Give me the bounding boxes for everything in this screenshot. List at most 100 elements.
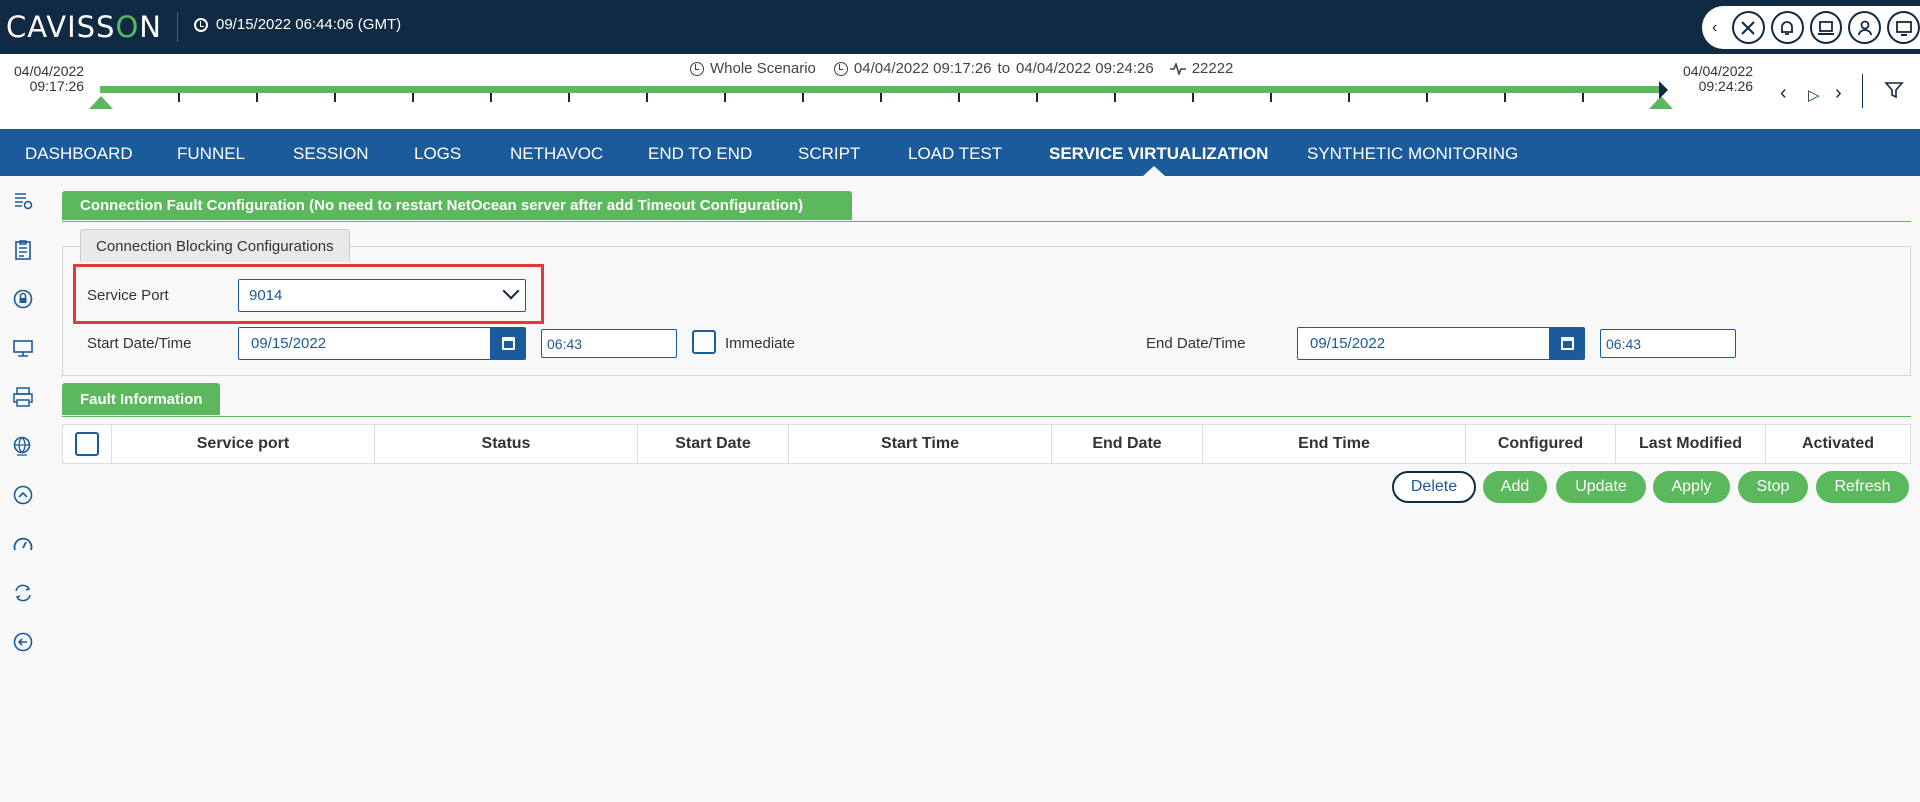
active-tab-caret (1143, 166, 1165, 176)
col-configured[interactable]: Configured (1466, 425, 1616, 463)
config-list-icon[interactable] (12, 190, 34, 212)
collapse-chevron-icon[interactable]: ‹ (1712, 19, 1726, 37)
start-date-value: 09/15/2022 (251, 335, 327, 352)
left-sidebar (0, 176, 46, 802)
speedometer-icon[interactable] (12, 533, 34, 555)
nav-synthetic-monitoring[interactable]: SYNTHETIC MONITORING (1307, 144, 1518, 164)
next-icon[interactable]: › (1835, 82, 1842, 105)
section-underline (62, 416, 1911, 417)
clock-icon (690, 61, 704, 76)
nav-service-virtualization[interactable]: SERVICE VIRTUALIZATION (1049, 144, 1268, 164)
server-time: 09/15/2022 06:44:06 (GMT) (194, 16, 401, 33)
start-time-input[interactable]: 06:43 (541, 329, 677, 358)
timeline-start-date: 04/04/2022 (14, 63, 85, 79)
refresh-button[interactable]: Refresh (1816, 471, 1909, 503)
sync-icon[interactable] (12, 582, 34, 604)
chevron-up-icon[interactable] (12, 484, 34, 506)
timeline-start-handle[interactable] (89, 96, 113, 109)
nav-load-test[interactable]: LOAD TEST (908, 144, 1002, 164)
highlight-box (73, 264, 544, 324)
end-time-value: 06:43 (1606, 335, 1642, 352)
end-date-input[interactable]: 09/15/2022 (1297, 327, 1551, 360)
monitor-icon[interactable] (12, 337, 34, 359)
apply-button[interactable]: Apply (1653, 471, 1730, 503)
timeline-tick (1114, 93, 1116, 102)
stop-button[interactable]: Stop (1738, 471, 1808, 503)
user-icon[interactable] (1848, 11, 1882, 44)
globe-settings-icon[interactable] (12, 435, 34, 457)
tab-connection-blocking-label: Connection Blocking Configurations (96, 237, 334, 255)
range-start: 04/04/2022 09:17:26 (853, 60, 992, 77)
logo-text-right: N (139, 10, 162, 44)
col-end-time[interactable]: End Time (1203, 425, 1466, 463)
back-arrow-icon[interactable] (12, 631, 34, 653)
col-start-time[interactable]: Start Time (789, 425, 1052, 463)
start-datetime-label: Start Date/Time (87, 335, 192, 352)
connection-fault-header: Connection Fault Configuration (No need … (62, 191, 852, 220)
start-date-input[interactable]: 09/15/2022 (238, 327, 492, 360)
server-time-text: 09/15/2022 06:44:06 (GMT) (216, 16, 402, 33)
col-start-date[interactable]: Start Date (638, 425, 789, 463)
tab-connection-blocking[interactable]: Connection Blocking Configurations (80, 229, 350, 262)
timeline-tick (802, 93, 804, 102)
filter-icon[interactable] (1884, 80, 1904, 100)
calendar-icon (1560, 337, 1574, 350)
timeline-tick (1582, 93, 1584, 102)
timeline-tick (1504, 93, 1506, 102)
timeline-tick (646, 93, 648, 102)
col-end-date[interactable]: End Date (1052, 425, 1203, 463)
top-right-toolbar: ‹ (1702, 6, 1920, 49)
prev-icon[interactable]: ‹ (1780, 82, 1787, 105)
clipboard-icon[interactable] (12, 239, 34, 261)
end-date-value: 09/15/2022 (1310, 335, 1386, 352)
header-divider (177, 12, 178, 42)
timeline-tick (178, 93, 180, 102)
play-icon[interactable]: ▷ (1808, 86, 1820, 104)
timeline-tick (568, 93, 570, 102)
col-last-modified[interactable]: Last Modified (1616, 425, 1766, 463)
timeline-start: 04/04/2022 09:17:26 (14, 64, 84, 94)
timeline-tick (256, 93, 258, 102)
add-button[interactable]: Add (1483, 471, 1547, 503)
end-calendar-button[interactable] (1549, 327, 1585, 360)
clock-icon (833, 61, 848, 76)
lock-icon[interactable] (12, 288, 34, 310)
immediate-checkbox[interactable] (692, 330, 716, 354)
col-service-port[interactable]: Service port (112, 425, 375, 463)
nav-session[interactable]: SESSION (293, 144, 369, 164)
col-status[interactable]: Status (375, 425, 638, 463)
scenario-label[interactable]: Whole Scenario (710, 60, 816, 77)
nav-logs[interactable]: LOGS (414, 144, 461, 164)
timeline-track[interactable] (100, 86, 1664, 93)
timeline-info: Whole Scenario 04/04/2022 09:17:26 to 04… (690, 60, 1233, 77)
display-icon[interactable] (1887, 11, 1920, 44)
nav-funnel[interactable]: FUNNEL (177, 144, 245, 164)
select-all-checkbox[interactable] (75, 432, 99, 456)
range-to: to (997, 60, 1011, 77)
nav-end-to-end[interactable]: END TO END (648, 144, 752, 164)
fault-information-header: Fault Information (62, 383, 220, 415)
nav-script[interactable]: SCRIPT (798, 144, 860, 164)
tools-icon[interactable] (1731, 11, 1765, 44)
timeline-tick (958, 93, 960, 102)
laptop-icon[interactable] (1809, 11, 1843, 44)
timeline-tick (1270, 93, 1272, 102)
timeline-end-date: 04/04/2022 (1683, 63, 1754, 79)
bell-icon[interactable] (1770, 11, 1804, 44)
end-time-input[interactable]: 06:43 (1600, 329, 1736, 358)
timeline-tick (1426, 93, 1428, 102)
timeline-divider (1862, 74, 1863, 108)
timeline-tick (1192, 93, 1194, 102)
print-log-icon[interactable] (12, 386, 34, 408)
col-activated[interactable]: Activated (1766, 425, 1910, 463)
timeline-tick (334, 93, 336, 102)
nav-nethavoc[interactable]: NETHAVOC (510, 144, 603, 164)
start-calendar-button[interactable] (490, 327, 526, 360)
test-id: 22222 (1191, 60, 1234, 77)
clock-icon (194, 17, 208, 32)
delete-button[interactable]: Delete (1392, 471, 1476, 503)
update-button[interactable]: Update (1556, 471, 1646, 503)
nav-dashboard[interactable]: DASHBOARD (25, 144, 133, 164)
timeline-end: 04/04/2022 09:24:26 (1683, 64, 1753, 94)
cavisson-logo: CAVISSON (6, 10, 162, 44)
